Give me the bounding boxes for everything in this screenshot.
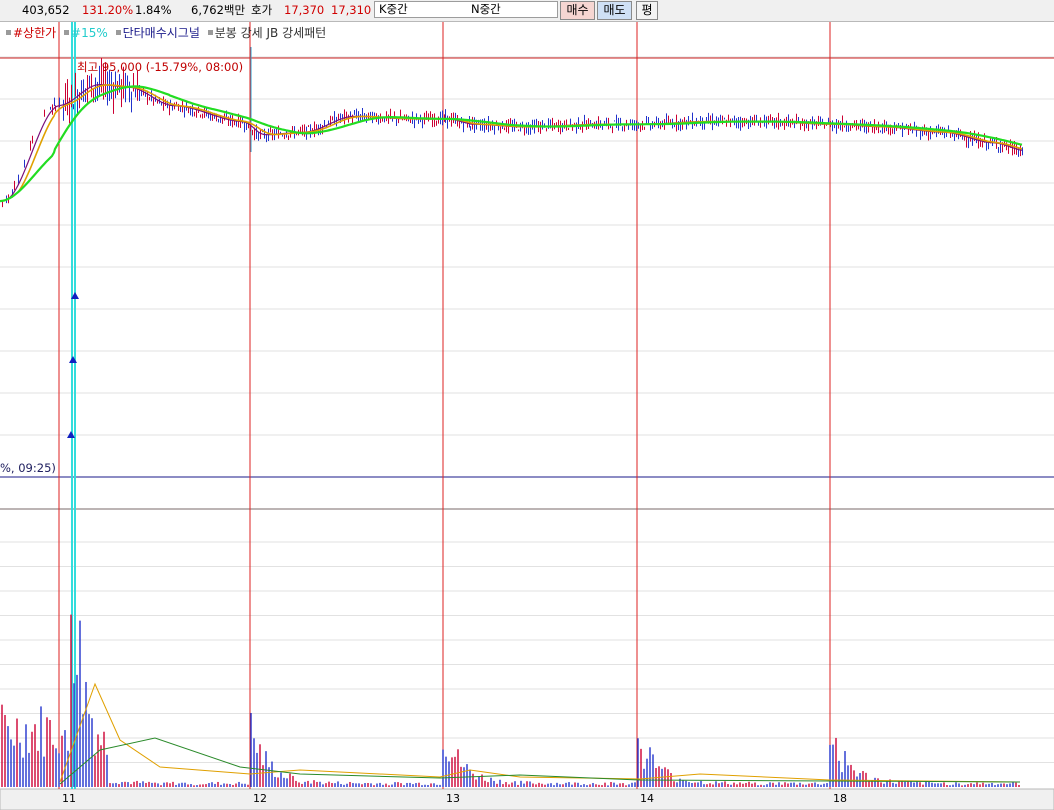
legend-signal[interactable]: 단타매수시그널	[123, 26, 200, 40]
date-label: 18	[833, 792, 847, 805]
date-label: 13	[446, 792, 460, 805]
volume-ma-short	[59, 682, 1021, 783]
indicator-legend: #상한가 #15% 단타매수시그널 분봉 강세 JB 강세패턴	[4, 24, 328, 41]
date-label: 14	[640, 792, 654, 805]
n-mid-label: N중간	[471, 2, 501, 16]
date-axis-bar	[0, 788, 1054, 810]
date-label: 12	[253, 792, 267, 805]
legend-marker-icon	[207, 30, 213, 35]
legend-marker-icon	[6, 30, 11, 35]
volume-value: 403,652	[22, 3, 70, 17]
buy-button-label: 매수	[566, 3, 589, 17]
min-price-annotation: %, 09:25)	[0, 461, 56, 475]
mid-price-field[interactable]: K중간 N중간	[374, 1, 558, 18]
hoga-label: 호가	[251, 3, 273, 17]
k-mid-label: K중간	[379, 2, 408, 16]
amount-value: 6,762백만	[191, 3, 246, 17]
bid-price: 17,310	[331, 3, 372, 17]
flat-button[interactable]: 평	[636, 1, 658, 20]
buy-button[interactable]: 매수	[560, 1, 595, 20]
legend-marker-icon	[64, 30, 70, 35]
max-price-annotation: 최고 95,000 (-15.79%, 08:00)	[77, 60, 244, 74]
ask-price: 17,370	[284, 3, 325, 17]
turnover-value: 1.84%	[135, 3, 172, 17]
legend-marker-icon	[115, 30, 121, 35]
volume-ratio-value: 131.20%	[82, 3, 134, 17]
legend-15pct[interactable]: #15%	[71, 26, 108, 40]
flat-button-label: 평	[641, 3, 653, 17]
price-volume-chart[interactable]	[0, 22, 1054, 810]
legend-upper-limit[interactable]: #상한가	[13, 26, 56, 40]
quote-toolbar: 403,652 131.20% 1.84% 6,762백만 호가 17,370 …	[0, 0, 1054, 22]
sell-button[interactable]: 매도	[597, 1, 632, 20]
sell-button-label: 매도	[603, 3, 626, 17]
date-label: 11	[62, 792, 76, 805]
legend-pattern[interactable]: 분봉 강세 JB 강세패턴	[215, 26, 327, 40]
